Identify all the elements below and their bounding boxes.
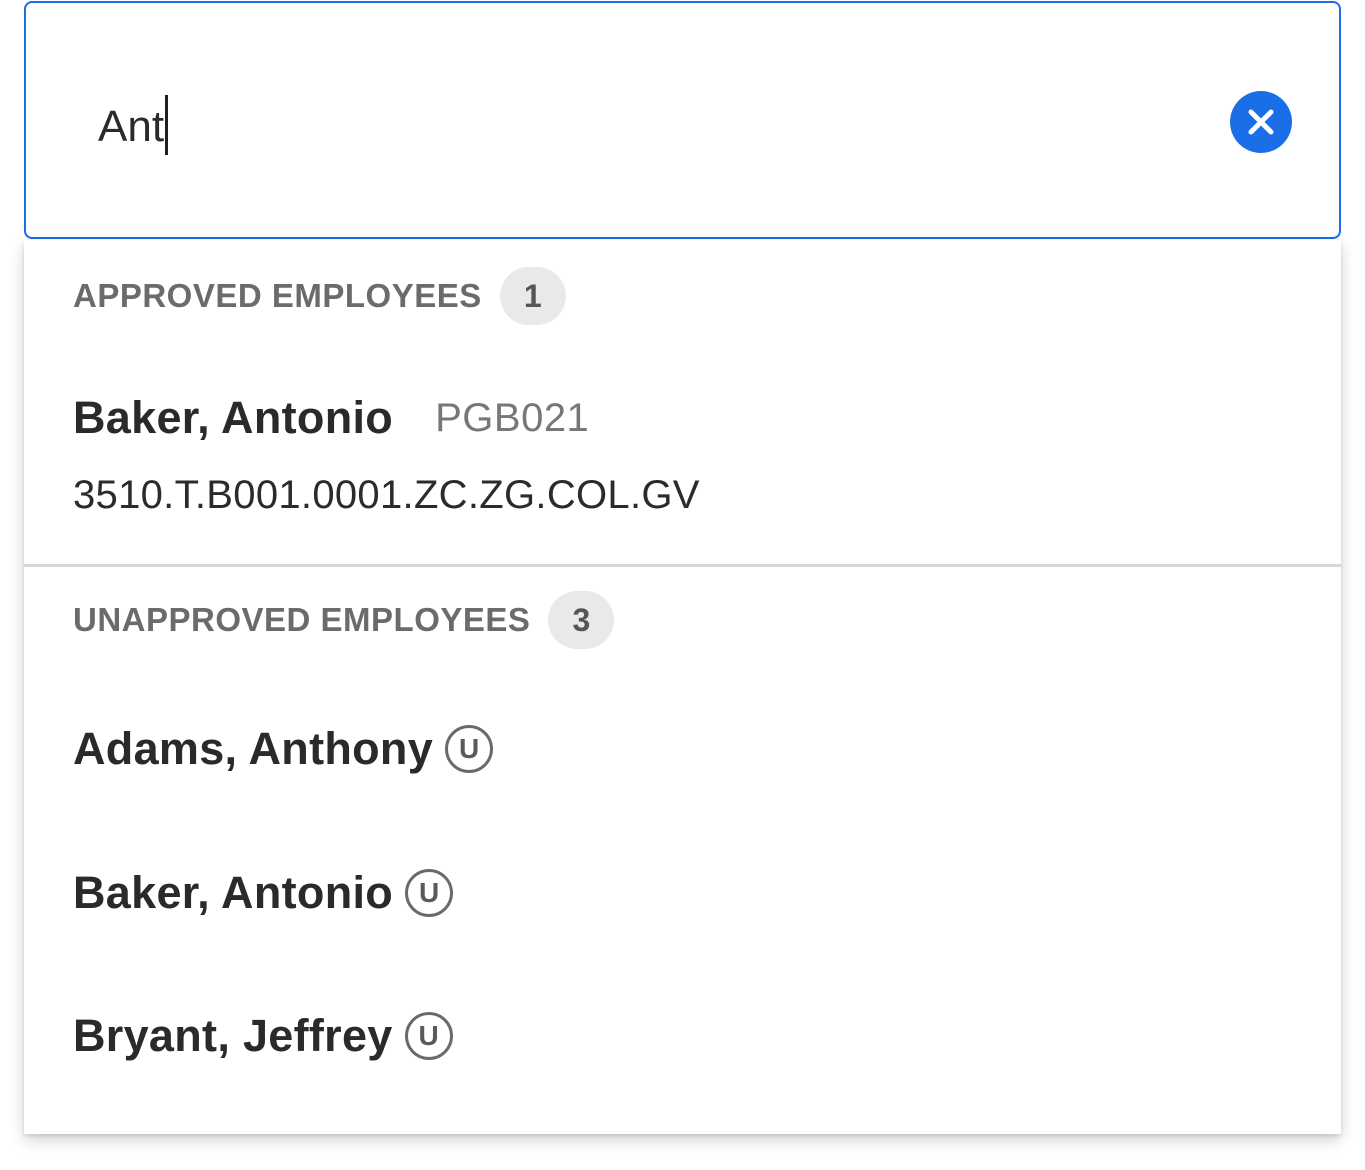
section-divider [24,564,1341,567]
unapproved-badge-icon: U [445,725,494,773]
employee-name: Baker, Antonio [73,867,394,918]
employee-name: Bryant, Jeffrey [73,1010,393,1061]
clear-search-button[interactable] [1230,91,1292,153]
approved-employee-item[interactable]: Baker, Antonio PGB021 3510.T.B001.0001.Z… [24,370,1341,560]
unapproved-employee-item[interactable]: Bryant, Jeffrey U [24,967,1341,1107]
unapproved-employee-item[interactable]: Baker, Antonio U [24,824,1341,964]
approved-section-title: APPROVED EMPLOYEES [73,277,482,314]
search-input[interactable]: Ant [24,1,1341,239]
employee-search-widget: Ant APPROVED EMPLOYEES 1 Baker, Antonio … [0,0,1365,1170]
employee-name: Adams, Anthony [73,723,434,774]
employee-code: PGB021 [435,395,590,440]
employee-account-code: 3510.T.B001.0001.ZC.ZG.COL.GV [73,473,700,517]
employee-name: Baker, Antonio [73,392,394,443]
search-input-value: Ant [98,102,165,151]
unapproved-badge-icon: U [405,869,454,917]
results-dropdown: APPROVED EMPLOYEES 1 Baker, Antonio PGB0… [24,240,1341,1134]
unapproved-section-header: UNAPPROVED EMPLOYEES 3 [73,591,615,649]
unapproved-section-title: UNAPPROVED EMPLOYEES [73,601,531,638]
approved-section-header: APPROVED EMPLOYEES 1 [73,267,566,325]
close-circle-icon [1248,109,1274,135]
unapproved-badge-icon: U [404,1012,453,1060]
text-caret [165,95,169,155]
approved-count-badge: 1 [499,267,566,325]
unapproved-count-badge: 3 [548,591,615,649]
unapproved-employee-item[interactable]: Adams, Anthony U [24,680,1341,820]
